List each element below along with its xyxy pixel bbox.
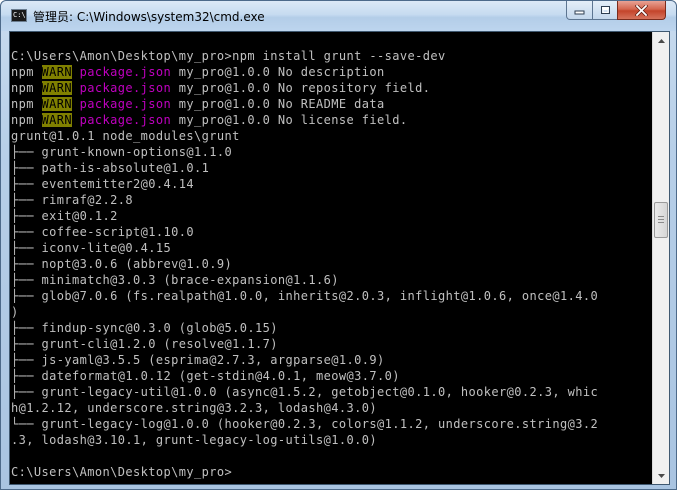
console-line: h@1.2.12, underscore.string@3.2.3, lodas… <box>11 400 377 416</box>
console-text: ├── minimatch@3.0.3 (brace-expansion@1.1… <box>11 273 339 287</box>
close-button[interactable] <box>617 1 666 20</box>
thumb-grip-line <box>658 222 664 223</box>
console-text: ) <box>11 305 19 319</box>
console-text: ├── exit@0.1.2 <box>11 209 118 223</box>
console-line: ├── dateformat@1.0.12 (get-stdin@4.0.1, … <box>11 368 400 384</box>
console-line: ├── grunt-cli@1.2.0 (resolve@1.1.7) <box>11 336 278 352</box>
console-area[interactable]: C:\Users\Amon\Desktop\my_pro>npm install… <box>9 31 670 485</box>
minimize-button[interactable] <box>566 1 593 20</box>
warn-label: WARN <box>41 65 72 79</box>
console-text: npm <box>11 65 42 79</box>
console-text: grunt@1.0.1 node_modules\grunt <box>11 129 240 143</box>
console-line: ├── js-yaml@3.5.5 (esprima@2.7.3, argpar… <box>11 352 385 368</box>
scroll-up-button[interactable] <box>653 32 669 49</box>
console-text: npm <box>11 113 42 127</box>
warn-label: WARN <box>41 97 72 111</box>
thumb-grip-line <box>658 216 664 217</box>
package-json-label: package.json <box>79 97 172 111</box>
console-line: ├── glob@7.0.6 (fs.realpath@1.0.0, inher… <box>11 288 598 304</box>
console-text: ├── nopt@3.0.6 (abbrev@1.0.9) <box>11 257 233 271</box>
thumb-grip-line <box>658 219 664 220</box>
console-text: ├── grunt-known-options@1.1.0 <box>11 145 233 159</box>
console-text: ├── rimraf@2.2.8 <box>11 193 133 207</box>
console-line: C:\Users\Amon\Desktop\my_pro> <box>11 464 232 480</box>
console-text: ├── dateformat@1.0.12 (get-stdin@4.0.1, … <box>11 369 400 383</box>
console-line: npm WARN package.json my_pro@1.0.0 No li… <box>11 112 408 128</box>
console-line: .3, lodash@3.10.1, grunt-legacy-log-util… <box>11 432 377 448</box>
console-text: C:\Users\Amon\Desktop\my_pro> <box>11 465 233 479</box>
console-text: npm <box>11 81 42 95</box>
console-text: ├── iconv-lite@0.4.15 <box>11 241 172 255</box>
console-line: ├── findup-sync@0.3.0 (glob@5.0.15) <box>11 320 278 336</box>
console-line: ├── eventemitter2@0.4.14 <box>11 176 194 192</box>
warn-label: WARN <box>41 81 72 95</box>
console-line: grunt@1.0.1 node_modules\grunt <box>11 128 240 144</box>
scroll-down-button[interactable] <box>653 467 669 484</box>
package-json-label: package.json <box>79 65 172 79</box>
console-text: my_pro@1.0.0 No README data <box>171 97 385 111</box>
package-json-label: package.json <box>79 113 172 127</box>
console-line: ) <box>11 304 19 320</box>
console-text: ├── grunt-legacy-util@1.0.0 (async@1.5.2… <box>11 385 599 399</box>
warn-label: WARN <box>41 113 72 127</box>
console-line: ├── path-is-absolute@1.0.1 <box>11 160 209 176</box>
maximize-button[interactable] <box>592 1 618 20</box>
console-output[interactable]: C:\Users\Amon\Desktop\my_pro>npm install… <box>10 32 651 484</box>
console-text: ├── eventemitter2@0.4.14 <box>11 177 194 191</box>
console-text: my_pro@1.0.0 No repository field. <box>171 81 431 95</box>
console-text: └── grunt-legacy-log@1.0.0 (hooker@0.2.3… <box>11 417 599 431</box>
package-json-label: package.json <box>79 81 172 95</box>
window-title: 管理员: C:\Windows\system32\cmd.exe <box>33 10 265 24</box>
title-bar[interactable]: C:\ 管理员: C:\Windows\system32\cmd.exe <box>1 1 676 31</box>
console-text: h@1.2.12, underscore.string@3.2.3, lodas… <box>11 401 377 415</box>
scroll-up-arrow-icon <box>657 38 665 43</box>
console-line: ├── nopt@3.0.6 (abbrev@1.0.9) <box>11 256 232 272</box>
console-line: npm WARN package.json my_pro@1.0.0 No RE… <box>11 96 385 112</box>
console-text: C:\Users\Amon\Desktop\my_pro>npm install… <box>11 49 446 63</box>
console-text: ├── findup-sync@0.3.0 (glob@5.0.15) <box>11 321 278 335</box>
console-text: npm <box>11 97 42 111</box>
console-text: ├── grunt-cli@1.2.0 (resolve@1.1.7) <box>11 337 278 351</box>
cmd-icon[interactable]: C:\ <box>11 9 27 22</box>
minimize-icon <box>574 10 585 14</box>
scroll-thumb[interactable] <box>654 202 668 238</box>
console-line: ├── grunt-known-options@1.1.0 <box>11 144 232 160</box>
console-line: └── grunt-legacy-log@1.0.0 (hooker@0.2.3… <box>11 416 598 432</box>
console-line: ├── grunt-legacy-util@1.0.0 (async@1.5.2… <box>11 384 598 400</box>
console-line: ├── coffee-script@1.10.0 <box>11 224 194 240</box>
console-line: npm WARN package.json my_pro@1.0.0 No de… <box>11 64 385 80</box>
vertical-scrollbar[interactable] <box>652 32 669 484</box>
close-icon <box>635 4 648 16</box>
console-line: C:\Users\Amon\Desktop\my_pro>npm install… <box>11 48 446 64</box>
console-text: ├── path-is-absolute@1.0.1 <box>11 161 210 175</box>
cmd-window: C:\ 管理员: C:\Windows\system32\cmd.exe C:\… <box>0 0 677 490</box>
console-text: .3, lodash@3.10.1, grunt-legacy-log-util… <box>11 433 377 447</box>
console-line: ├── minimatch@3.0.3 (brace-expansion@1.1… <box>11 272 339 288</box>
console-text: ├── coffee-script@1.10.0 <box>11 225 194 239</box>
console-line: ├── exit@0.1.2 <box>11 208 118 224</box>
scroll-down-arrow-icon <box>657 473 665 478</box>
console-text: my_pro@1.0.0 No license field. <box>171 113 408 127</box>
console-text: ├── js-yaml@3.5.5 (esprima@2.7.3, argpar… <box>11 353 385 367</box>
console-line: npm WARN package.json my_pro@1.0.0 No re… <box>11 80 430 96</box>
console-line: ├── rimraf@2.2.8 <box>11 192 133 208</box>
maximize-icon <box>600 6 610 14</box>
console-line: ├── iconv-lite@0.4.15 <box>11 240 171 256</box>
console-text: my_pro@1.0.0 No description <box>171 65 385 79</box>
console-text: ├── glob@7.0.6 (fs.realpath@1.0.0, inher… <box>11 289 599 303</box>
